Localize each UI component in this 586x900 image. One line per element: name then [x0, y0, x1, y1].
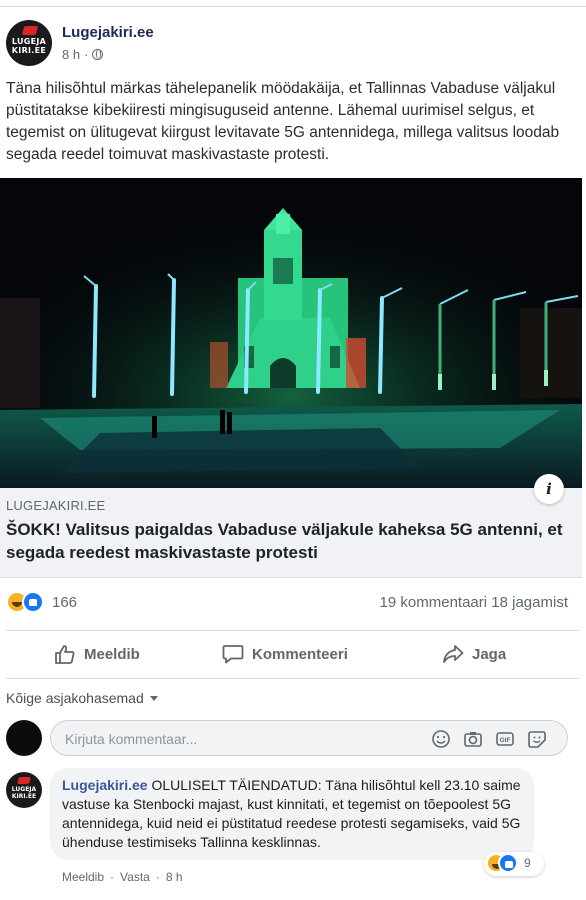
post-meta: 8 h · — [62, 47, 104, 62]
avatar-logo: LUGEJA KIRI.EE — [11, 37, 47, 55]
comment-label: Kommenteeri — [252, 645, 348, 663]
reply-author-avatar[interactable]: LUGEJA KIRI.EE — [6, 772, 42, 808]
comments-count[interactable]: 19 kommentaari — [380, 594, 488, 611]
reply-comment-bubble: Lugejakiri.ee OLULISELT TÄIENDATUD: Täna… — [50, 768, 534, 860]
link-title[interactable]: ŠOKK! Valitsus paigaldas Vabaduse väljak… — [6, 518, 566, 564]
like-button[interactable]: Meeldib — [54, 640, 140, 668]
comment-input[interactable] — [65, 729, 425, 749]
comment-sort-dropdown[interactable]: Kõige asjakohasemad — [6, 690, 158, 706]
like-reaction-icon — [498, 853, 518, 873]
comment-input-box[interactable]: GIF — [50, 720, 568, 756]
reply-reply-link[interactable]: Vasta — [120, 870, 150, 884]
divider — [6, 630, 580, 631]
sort-label: Kõige asjakohasemad — [6, 690, 144, 706]
action-bar: Meeldib Kommenteeri Jaga — [0, 636, 586, 672]
shares-count[interactable]: 18 jagamist — [491, 594, 568, 611]
logo-mark — [17, 777, 31, 784]
comment-bubble-icon — [222, 645, 244, 664]
thumbs-up-icon — [55, 645, 75, 664]
reply-reaction-count: 9 — [524, 856, 531, 870]
post-text: Täna hilisõhtul märkas tähelepanelik möö… — [6, 80, 560, 163]
comment-button[interactable]: Kommenteeri — [222, 640, 348, 668]
post-card: LUGEJA KIRI.EE Lugejakiri.ee 8 h · Täna … — [0, 0, 586, 900]
page-name-link[interactable]: Lugejakiri.ee — [62, 24, 154, 41]
camera-icon[interactable] — [463, 729, 483, 749]
link-preview[interactable]: i LUGEJAKIRI.EE ŠOKK! Valitsus paigaldas… — [0, 474, 582, 578]
user-avatar[interactable] — [6, 720, 42, 756]
info-icon[interactable]: i — [534, 474, 564, 504]
link-domain: LUGEJAKIRI.EE — [6, 498, 106, 513]
top-divider — [0, 6, 586, 7]
reaction-count[interactable]: 166 — [52, 594, 77, 611]
reply-like-link[interactable]: Meeldib — [62, 870, 104, 884]
post-image[interactable] — [0, 178, 582, 488]
svg-text:GIF: GIF — [500, 737, 511, 744]
reactions-row: 166 19 kommentaari 18 jagamist — [0, 588, 586, 618]
like-reaction-icon — [22, 591, 44, 613]
reaction-icons[interactable] — [6, 591, 50, 613]
separator: · — [155, 870, 160, 884]
caret-down-icon — [149, 695, 158, 701]
share-button[interactable]: Jaga — [442, 640, 506, 668]
reply-time[interactable]: 8 h — [166, 870, 183, 884]
gif-icon[interactable]: GIF — [495, 729, 515, 749]
share-arrow-icon — [443, 645, 464, 663]
post-time[interactable]: 8 h — [62, 47, 80, 62]
meta-separator: · — [84, 47, 89, 62]
logo-mark — [21, 26, 39, 35]
church-night-photo — [0, 178, 582, 488]
separator: · — [110, 870, 115, 884]
divider — [6, 678, 580, 679]
reply-author-name[interactable]: Lugejakiri.ee — [62, 777, 148, 793]
reply-footer: Meeldib · Vasta · 8 h — [62, 870, 183, 884]
like-label: Meeldib — [84, 645, 140, 663]
page-avatar[interactable]: LUGEJA KIRI.EE — [6, 20, 52, 66]
emoji-icon[interactable] — [431, 729, 451, 749]
globe-icon — [92, 49, 104, 60]
avatar-logo: LUGEJA KIRI.EE — [11, 786, 37, 800]
comments-shares: 19 kommentaari 18 jagamist — [380, 594, 568, 611]
sticker-icon[interactable] — [527, 729, 547, 749]
reply-reactions[interactable]: 9 — [484, 852, 544, 876]
share-label: Jaga — [472, 645, 507, 663]
